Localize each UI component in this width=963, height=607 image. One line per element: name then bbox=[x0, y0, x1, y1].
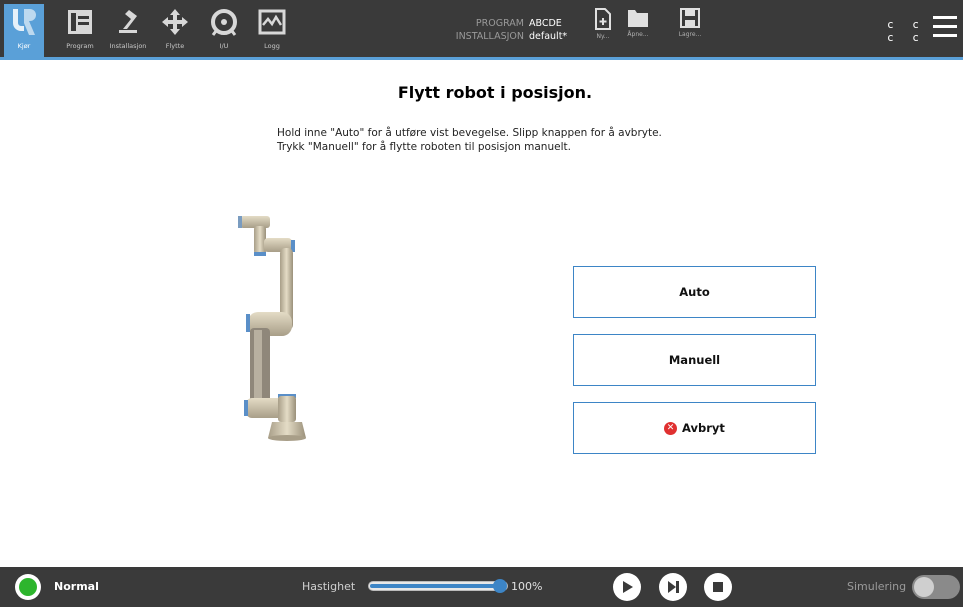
page-title: Flytt robot i posisjon. bbox=[397, 83, 593, 102]
nav-tab-io[interactable]: I/U bbox=[204, 4, 244, 57]
play-icon bbox=[623, 581, 633, 593]
stop-icon bbox=[713, 582, 723, 592]
cancel-button-label: Avbryt bbox=[682, 421, 725, 435]
open-button[interactable]: Åpne... bbox=[620, 8, 656, 54]
simulation-label: Simulering bbox=[847, 580, 907, 593]
manual-button-label: Manuell bbox=[668, 353, 721, 367]
instructions: Hold inne "Auto" for å utføre vist beveg… bbox=[277, 126, 662, 154]
top-bar-accent bbox=[0, 57, 963, 60]
save-button[interactable]: Lagre... bbox=[672, 8, 708, 54]
nav-tab-label: Flytte bbox=[165, 42, 185, 50]
io-icon bbox=[206, 4, 242, 40]
nav-tab-run[interactable]: Kjør bbox=[4, 4, 44, 57]
status-indicator-icon bbox=[19, 578, 37, 596]
move-icon bbox=[157, 4, 193, 40]
simulation-toggle-knob bbox=[914, 577, 934, 597]
step-button[interactable] bbox=[659, 573, 687, 601]
new-file-icon bbox=[595, 8, 611, 30]
installation-icon bbox=[110, 4, 146, 40]
step-icon bbox=[668, 581, 679, 593]
speed-slider-fill bbox=[370, 584, 506, 588]
nav-tab-program[interactable]: Program bbox=[60, 4, 100, 57]
bottom-bar: Normal Hastighet 100% Simulering bbox=[0, 567, 963, 607]
menu-button[interactable] bbox=[933, 16, 957, 38]
new-label: Ny... bbox=[596, 33, 610, 40]
tcp-indicator: c c c c bbox=[887, 18, 925, 44]
ur-logo-icon bbox=[6, 4, 42, 40]
speed-slider[interactable] bbox=[368, 579, 508, 593]
instruction-line: Trykk "Manuell" for å flytte roboten til… bbox=[277, 141, 571, 153]
program-key: PROGRAM bbox=[475, 18, 524, 29]
robot-status-button[interactable] bbox=[15, 574, 41, 600]
stop-button[interactable] bbox=[704, 573, 732, 601]
hamburger-icon-bar bbox=[933, 25, 957, 28]
nav-tab-move[interactable]: Flytte bbox=[155, 4, 195, 57]
play-button[interactable] bbox=[613, 573, 641, 601]
auto-button-label: Auto bbox=[679, 285, 710, 299]
auto-button[interactable]: Auto bbox=[573, 266, 816, 318]
nav-tab-label: Installasjon bbox=[109, 42, 147, 50]
installation-name: default* bbox=[529, 31, 568, 42]
speed-label: Hastighet bbox=[302, 580, 356, 593]
speed-slider-knob[interactable] bbox=[493, 579, 507, 593]
robot-arm-image bbox=[238, 216, 306, 441]
nav-tab-label: Kjør bbox=[17, 42, 31, 50]
instruction-line: Hold inne "Auto" for å utføre vist beveg… bbox=[277, 127, 662, 139]
hamburger-icon-bar bbox=[933, 16, 957, 19]
open-label: Åpne... bbox=[627, 31, 649, 38]
speed-value: 100% bbox=[511, 580, 543, 593]
robot-status-text: Normal bbox=[54, 580, 99, 593]
folder-icon bbox=[628, 10, 648, 27]
nav-tab-label: Program bbox=[66, 42, 94, 50]
cancel-x-icon: ✕ bbox=[664, 421, 678, 435]
manual-button[interactable]: Manuell bbox=[573, 334, 816, 386]
program-name: ABCDE bbox=[529, 18, 562, 29]
top-bar: Kjør Program Installasjon Flytte I/U Log… bbox=[0, 0, 963, 57]
new-button[interactable]: Ny... bbox=[585, 8, 621, 54]
installation-key: INSTALLASJON bbox=[455, 31, 524, 42]
hamburger-icon-bar bbox=[933, 34, 957, 37]
program-info: PROGRAM ABCDE INSTALLASJON default* bbox=[440, 17, 567, 43]
log-icon bbox=[254, 4, 290, 40]
tcp-indicator-line: c c bbox=[887, 18, 925, 31]
simulation-toggle[interactable] bbox=[912, 575, 960, 599]
nav-tab-log[interactable]: Logg bbox=[252, 4, 292, 57]
nav-tab-installation[interactable]: Installasjon bbox=[106, 4, 150, 57]
save-icon bbox=[680, 8, 700, 28]
cancel-button[interactable]: ✕ Avbryt bbox=[573, 402, 816, 454]
nav-tab-label: I/U bbox=[219, 42, 229, 50]
tcp-indicator-line: c c bbox=[887, 31, 925, 44]
program-icon bbox=[62, 4, 98, 40]
nav-tab-label: Logg bbox=[264, 42, 280, 50]
save-label: Lagre... bbox=[678, 31, 702, 38]
